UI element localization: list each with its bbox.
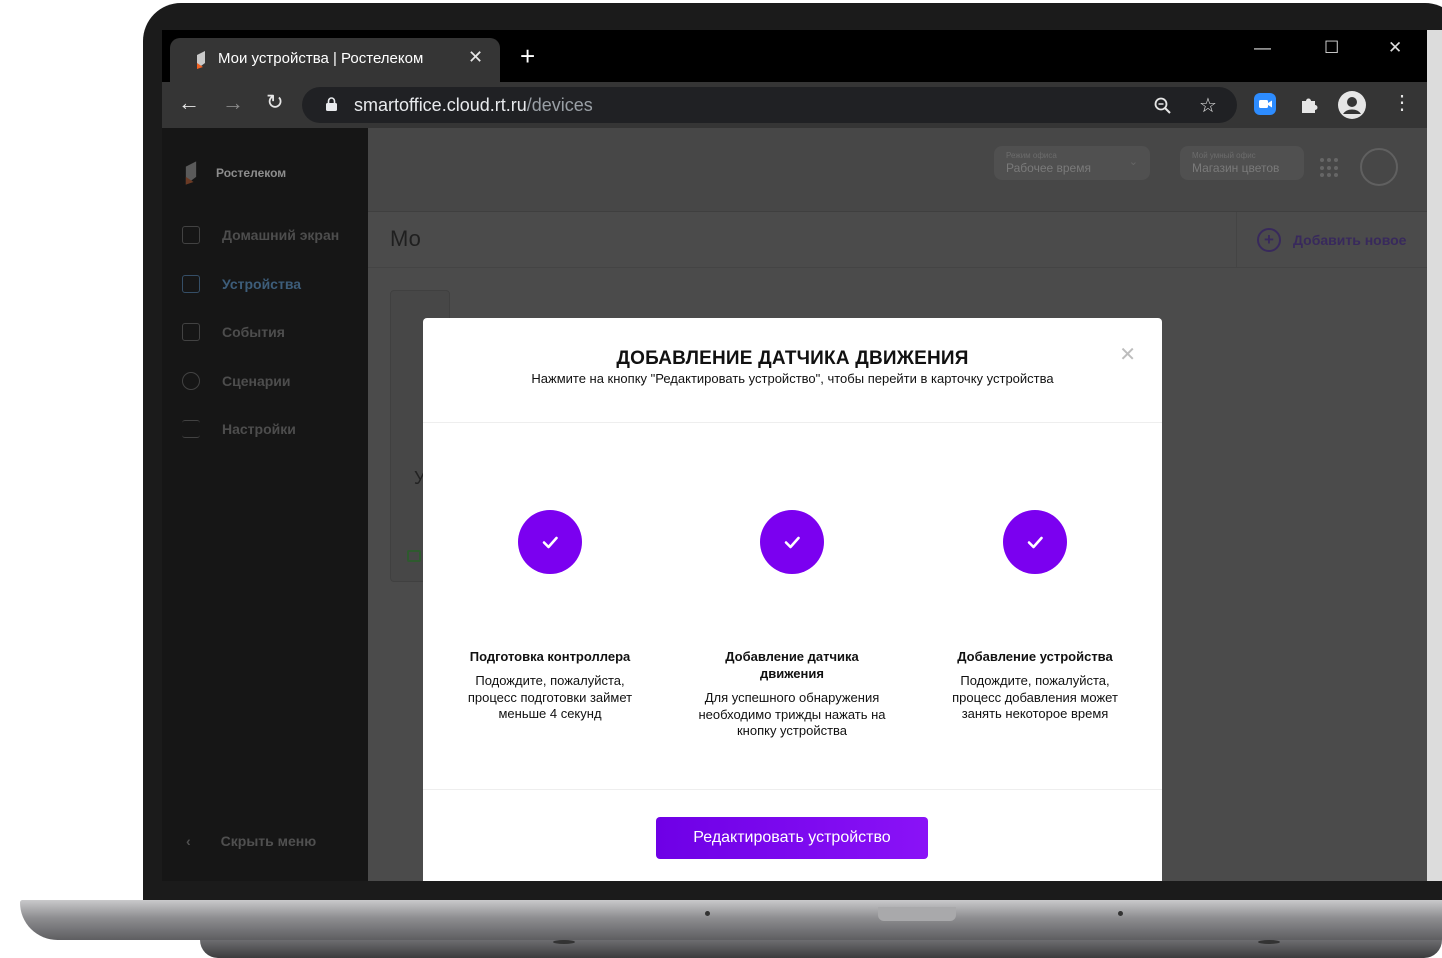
plus-circle-icon: + [1257, 228, 1281, 252]
sliders-icon [182, 420, 200, 438]
office-mode-caption: Режим офиса [1006, 151, 1057, 160]
url-text: smartoffice.cloud.rt.ru/devices [354, 95, 593, 116]
app-header: Режим офиса Рабочее время ⌄ Мой умный оф… [368, 128, 1430, 212]
hide-menu-button[interactable]: ‹ Скрыть меню [186, 833, 316, 849]
sidebar-item-label: Настройки [222, 421, 296, 437]
sidebar-item-label: Сценарии [222, 373, 291, 389]
laptop-screen: Мои устройства | Ростелеком ✕ + — ☐ ✕ ← … [162, 30, 1430, 881]
check-icon [760, 510, 824, 574]
scenario-icon [182, 372, 200, 390]
office-mode-select[interactable]: Режим офиса Рабочее время ⌄ [994, 146, 1150, 180]
laptop-foot [1118, 911, 1123, 916]
minimize-button[interactable]: — [1254, 38, 1271, 58]
lock-icon [326, 97, 337, 111]
screen-edge [1427, 30, 1442, 881]
sidebar-item-home[interactable]: Домашний экран [182, 226, 339, 244]
address-bar[interactable]: smartoffice.cloud.rt.ru/devices ☆ [302, 87, 1237, 123]
step-prepare-controller: Подготовка контроллера Подождите, пожалу… [450, 510, 650, 723]
extensions-icon[interactable] [1298, 93, 1320, 115]
brand[interactable]: Ростелеком [182, 160, 286, 186]
rostelecom-favicon [197, 51, 205, 69]
page-title: Мо [390, 226, 421, 251]
step-description: Для успешного обнаружения необходимо три… [698, 690, 886, 738]
battery-icon [407, 550, 421, 562]
calendar-icon [182, 323, 200, 341]
divider [423, 789, 1162, 790]
add-new-button[interactable]: + Добавить новое [1236, 212, 1430, 268]
grid-icon [182, 226, 200, 244]
rostelecom-logo-icon [185, 161, 197, 185]
profile-icon[interactable] [1338, 91, 1366, 119]
laptop-foot [705, 911, 710, 916]
brand-name: Ростелеком [216, 166, 287, 180]
step-title: Добавление устройства [957, 649, 1113, 664]
office-mode-value: Рабочее время [1006, 161, 1091, 175]
back-icon[interactable]: ← [178, 92, 200, 114]
apps-grid-icon[interactable] [1320, 158, 1342, 178]
hide-menu-label: Скрыть меню [220, 833, 317, 849]
check-icon [518, 510, 582, 574]
check-icon [1003, 510, 1067, 574]
edit-device-button[interactable]: Редактировать устройство [656, 817, 928, 859]
chevron-left-icon: ‹ [186, 833, 191, 849]
close-window-button[interactable]: ✕ [1388, 38, 1402, 58]
laptop-foot-shadow [553, 940, 575, 944]
url-host: smartoffice.cloud.rt.ru [354, 95, 527, 115]
step-title: Подготовка контроллера [469, 649, 631, 664]
browser-tabbar: Мои устройства | Ростелеком ✕ + — ☐ ✕ [162, 30, 1430, 82]
smart-office-caption: Мой умный офис [1192, 151, 1256, 160]
zoom-app-icon[interactable] [1254, 93, 1276, 115]
sidebar-item-settings[interactable]: Настройки [182, 420, 296, 438]
sidebar-item-scenarios[interactable]: Сценарии [182, 372, 291, 390]
laptop-foot-shadow [1258, 940, 1280, 944]
laptop-base [20, 900, 1442, 940]
user-avatar-icon[interactable] [1360, 148, 1398, 186]
sidebar: Ростелеком Домашний экран Устройства Соб… [162, 128, 368, 881]
modal-title: ДОБАВЛЕНИЕ ДАТЧИКА ДВИЖЕНИЯ [616, 348, 969, 369]
tab-title: Мои устройства | Ростелеком [218, 50, 424, 67]
sidebar-item-label: Домашний экран [222, 227, 340, 243]
add-sensor-modal: ✕ ДОБАВЛЕНИЕ ДАТЧИКА ДВИЖЕНИЯ Нажмите на… [423, 318, 1162, 881]
step-add-motion-sensor: Добавление датчика движения Для успешног… [692, 510, 892, 740]
reload-icon[interactable]: ↻ [266, 92, 284, 114]
maximize-button[interactable]: ☐ [1324, 38, 1339, 58]
add-new-label: Добавить новое [1293, 232, 1407, 248]
app-root: Ростелеком Домашний экран Устройства Соб… [162, 128, 1430, 881]
smart-office-select[interactable]: Мой умный офис Магазин цветов [1180, 146, 1304, 180]
sidebar-item-events[interactable]: События [182, 323, 285, 341]
zoom-icon[interactable] [1154, 97, 1172, 115]
step-description: Подождите, пожалуйста, процесс добавлени… [952, 673, 1118, 721]
star-icon[interactable]: ☆ [1199, 93, 1217, 118]
step-add-device: Добавление устройства Подождите, пожалуй… [935, 510, 1135, 723]
url-path: /devices [526, 95, 593, 115]
browser-toolbar: ← → ↻ smartoffice.cloud.rt.ru/devices ☆ … [162, 82, 1430, 128]
sidebar-item-devices[interactable]: Устройства [182, 275, 301, 293]
browser-tab[interactable]: Мои устройства | Ростелеком ✕ [170, 38, 500, 82]
forward-icon[interactable]: → [222, 92, 244, 114]
sidebar-item-label: Устройства [222, 276, 302, 292]
laptop-base-bottom [200, 940, 1442, 958]
smart-office-value: Магазин цветов [1192, 161, 1280, 175]
divider [423, 422, 1162, 423]
step-description: Подождите, пожалуйста, процесс подготовк… [467, 673, 633, 721]
page-subheader: Мо + Добавить новое [368, 212, 1430, 268]
device-icon [182, 275, 200, 293]
modal-subtitle: Нажмите на кнопку "Редактировать устройс… [531, 371, 1054, 386]
laptop-notch [878, 907, 956, 921]
tab-close-icon[interactable]: ✕ [468, 47, 483, 68]
chevron-down-icon: ⌄ [1128, 156, 1138, 168]
step-title: Добавление датчика движения [725, 649, 859, 681]
menu-icon[interactable]: ⋮ [1392, 92, 1412, 114]
sidebar-item-label: События [222, 324, 285, 340]
new-tab-button[interactable]: + [520, 43, 535, 69]
